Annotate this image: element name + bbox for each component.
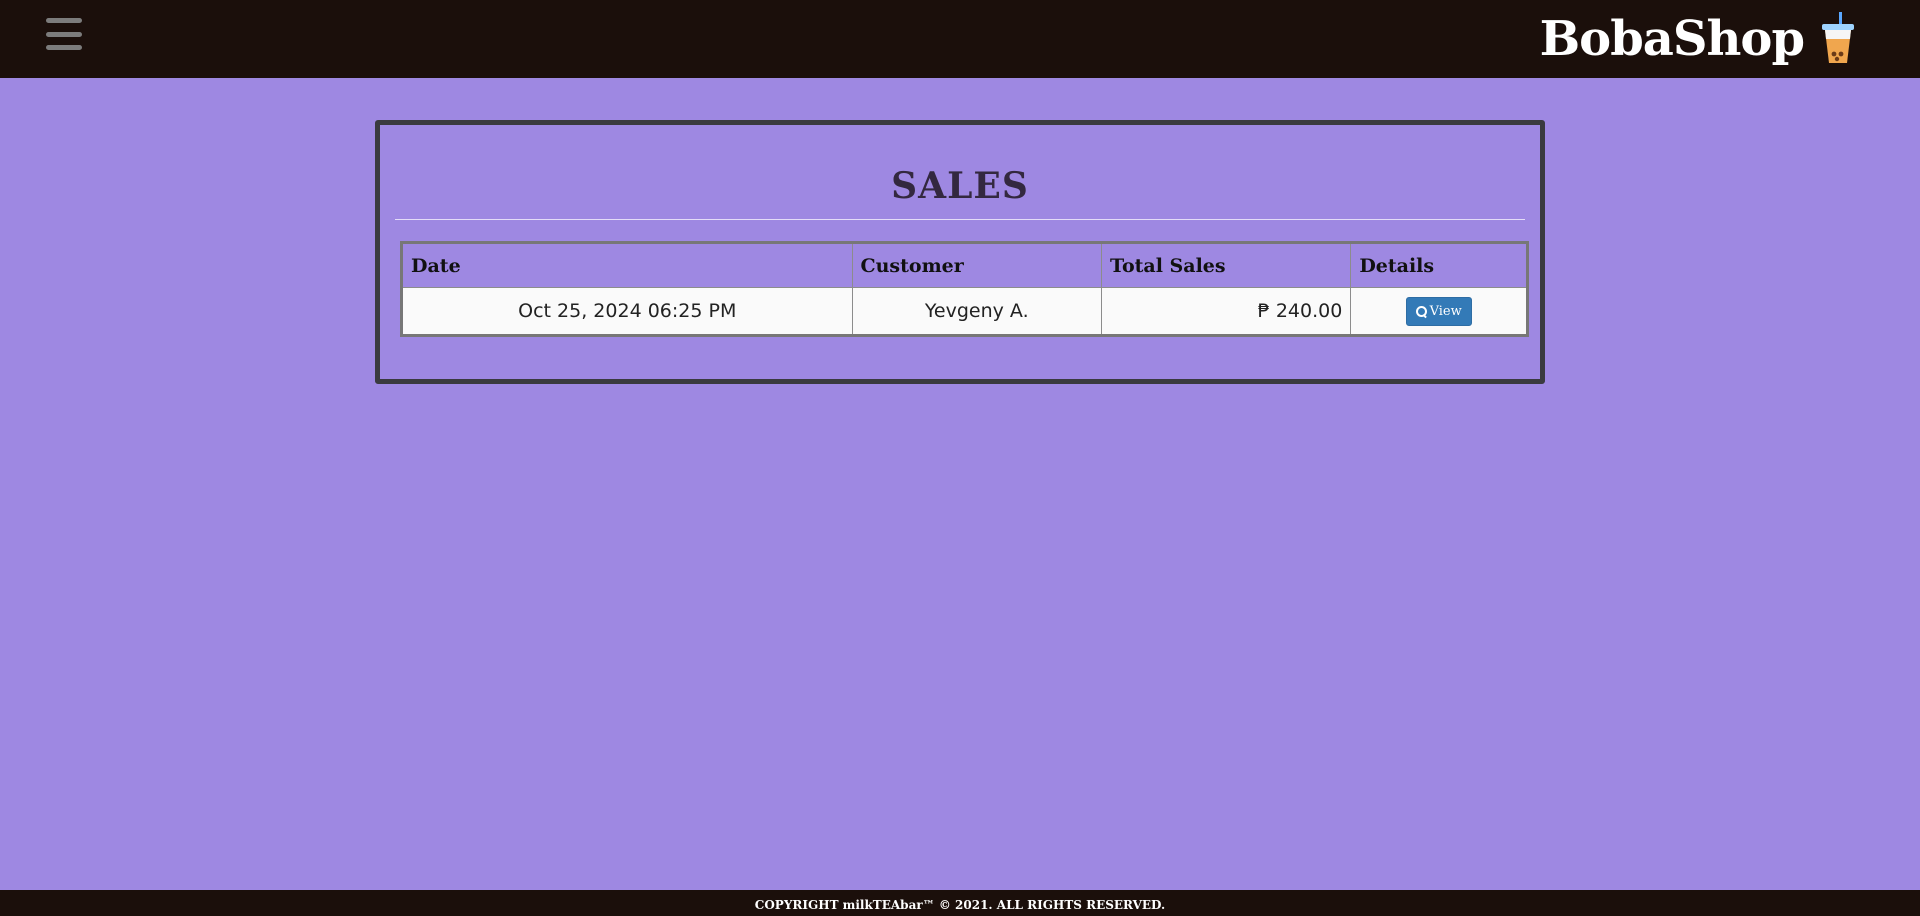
menu-bar-line bbox=[46, 31, 82, 37]
search-icon bbox=[1415, 305, 1427, 317]
title-divider bbox=[395, 219, 1525, 220]
column-header-customer: Customer bbox=[851, 242, 1102, 288]
view-button-label: View bbox=[1429, 303, 1462, 319]
hamburger-menu-button[interactable] bbox=[40, 14, 88, 54]
brand-logo[interactable]: BobaShop bbox=[1540, 8, 1858, 70]
column-header-details: Details bbox=[1350, 242, 1528, 288]
sale-date-cell: Oct 25, 2024 06:25 PM bbox=[401, 287, 853, 336]
customer-cell: Yevgeny A. bbox=[851, 287, 1102, 336]
page-title: SALES bbox=[891, 165, 1029, 207]
sales-table: Date Customer Total Sales Details Oct 25… bbox=[400, 241, 1529, 337]
table-header-row: Date Customer Total Sales Details bbox=[401, 242, 1528, 288]
column-header-total-sales: Total Sales bbox=[1100, 242, 1352, 288]
top-navigation-bar: BobaShop bbox=[0, 0, 1920, 78]
sales-panel: SALES Date Customer Total Sales Details … bbox=[375, 120, 1545, 384]
total-sales-cell: ₱ 240.00 bbox=[1100, 287, 1352, 336]
view-details-button[interactable]: View bbox=[1405, 296, 1472, 326]
bubble-tea-cup-icon bbox=[1822, 12, 1854, 63]
column-header-date: Date bbox=[401, 242, 853, 288]
footer: COPYRIGHT milkTEAbar™ © 2021. ALL RIGHTS… bbox=[0, 890, 1920, 916]
table-row: Oct 25, 2024 06:25 PM Yevgeny A. ₱ 240.0… bbox=[401, 287, 1528, 336]
details-cell: View bbox=[1350, 287, 1528, 336]
menu-bar-line bbox=[46, 18, 82, 23]
copyright-text: COPYRIGHT milkTEAbar™ © 2021. ALL RIGHTS… bbox=[754, 898, 1166, 912]
menu-bar-line bbox=[46, 45, 82, 50]
brand-title: BobaShop bbox=[1539, 11, 1805, 67]
